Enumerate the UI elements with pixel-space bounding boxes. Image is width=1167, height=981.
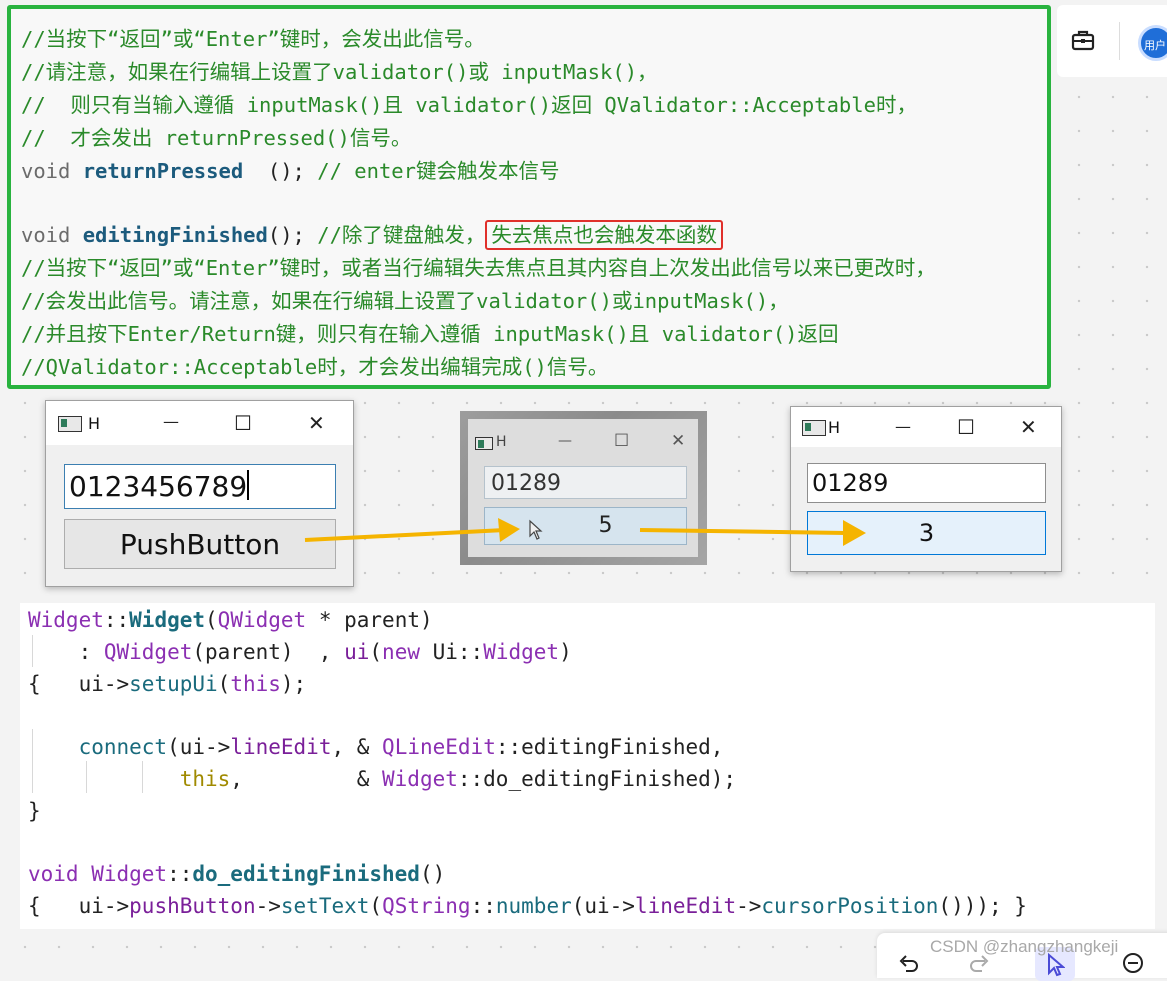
arrow-to-result bbox=[639, 520, 866, 546]
paren: ( bbox=[369, 640, 383, 664]
scope-op: :: bbox=[167, 862, 193, 886]
type-name: QLineEdit bbox=[382, 735, 496, 759]
code-line: { ui->pushButton->setText(QString::numbe… bbox=[28, 894, 1027, 918]
code-text: (ui-> bbox=[571, 894, 635, 918]
code-text: -> bbox=[255, 894, 281, 918]
code-text: ); bbox=[280, 672, 307, 696]
code-line: connect(ui->lineEdit, & QLineEdit::editi… bbox=[28, 735, 724, 759]
class-name: Widget bbox=[28, 608, 104, 632]
type-name: Widget bbox=[483, 640, 560, 664]
class-name: Widget bbox=[91, 862, 168, 886]
code-line: void Widget::do_editingFinished() bbox=[28, 862, 445, 886]
method-name: setupUi bbox=[129, 672, 218, 696]
method-name: cursorPosition bbox=[761, 894, 939, 918]
code-line: } bbox=[28, 799, 41, 823]
keyword: new bbox=[382, 640, 420, 664]
scope-op: :: bbox=[470, 894, 496, 918]
keyword: this bbox=[179, 767, 231, 791]
scope-op: :: bbox=[103, 608, 130, 632]
member-name: pushButton bbox=[129, 894, 256, 918]
member-name: lineEdit bbox=[634, 894, 737, 918]
code-text: ::editingFinished, bbox=[495, 735, 724, 759]
member-name: ui bbox=[344, 640, 370, 664]
code-text: (ui-> bbox=[167, 735, 231, 759]
widget-source-code: Widget::Widget(QWidget * parent) : QWidg… bbox=[20, 603, 1155, 929]
member-name: lineEdit bbox=[230, 735, 332, 759]
method-name: setText bbox=[280, 894, 370, 918]
paren: ( bbox=[369, 894, 383, 918]
arrow-to-photo bbox=[304, 518, 520, 542]
method-name: connect bbox=[78, 735, 168, 759]
watermark: CSDN @zhangzhangkeji bbox=[930, 937, 1119, 956]
code-text: , & bbox=[230, 767, 383, 791]
type-name: QWidget bbox=[103, 640, 193, 664]
code-text: (parent) , bbox=[192, 640, 345, 664]
code-line: this, & Widget::do_editingFinished); bbox=[28, 767, 736, 791]
function-name: do_editingFinished bbox=[192, 862, 420, 886]
constructor-name: Widget bbox=[129, 608, 206, 632]
code-line: Widget::Widget(QWidget * parent) bbox=[28, 608, 433, 632]
type-name: Widget bbox=[382, 767, 458, 791]
paren: () bbox=[419, 862, 446, 886]
code-line: : QWidget(parent) , ui(new Ui::Widget) bbox=[28, 640, 572, 664]
code-text: { ui-> bbox=[28, 894, 130, 918]
code-text: : bbox=[28, 640, 104, 664]
code-text: ::do_editingFinished); bbox=[457, 767, 737, 791]
undo-icon[interactable] bbox=[897, 953, 919, 973]
paren: ( bbox=[205, 608, 218, 632]
code-text: , & bbox=[331, 735, 383, 759]
code-text: ())); } bbox=[938, 894, 1027, 918]
keyword: this bbox=[230, 672, 281, 696]
code-text: Ui:: bbox=[419, 640, 484, 664]
code-text: -> bbox=[736, 894, 762, 918]
code-text: { ui-> bbox=[28, 672, 130, 696]
paren: ( bbox=[217, 672, 231, 696]
paren: ) bbox=[559, 640, 572, 664]
method-name: number bbox=[495, 894, 572, 918]
type-name: QWidget bbox=[217, 608, 307, 632]
zoom-out-icon[interactable] bbox=[1121, 951, 1145, 975]
keyword: void bbox=[28, 862, 92, 886]
type-name: QString bbox=[382, 894, 471, 918]
code-line: { ui->setupUi(this); bbox=[28, 672, 306, 696]
param: * parent) bbox=[306, 608, 433, 632]
